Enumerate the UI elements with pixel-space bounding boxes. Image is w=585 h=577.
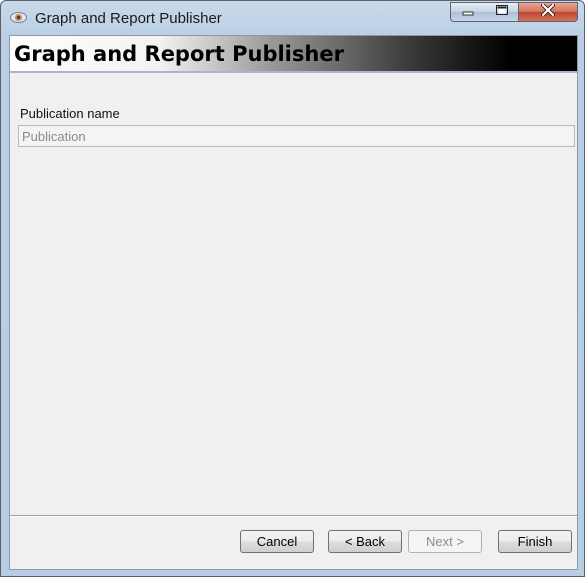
close-button[interactable] <box>518 2 578 22</box>
finish-button[interactable]: Finish <box>498 530 572 553</box>
app-eye-icon[interactable] <box>10 11 27 24</box>
cancel-button[interactable]: Cancel <box>240 530 314 553</box>
window-title: Graph and Report Publisher <box>35 10 222 27</box>
wizard-banner: Graph and Report Publisher <box>10 36 577 73</box>
close-icon <box>541 3 555 21</box>
maximize-button[interactable] <box>485 2 519 22</box>
next-button[interactable]: Next > <box>408 530 482 553</box>
banner-title: Graph and Report Publisher <box>14 42 344 66</box>
minimize-button[interactable] <box>450 2 486 22</box>
minimize-icon <box>462 3 474 21</box>
back-button[interactable]: < Back <box>328 530 402 553</box>
wizard-panel: Graph and Report Publisher Publication n… <box>9 35 578 570</box>
application-window: Graph and Report Publisher Graph and Rep… <box>0 0 585 577</box>
title-bar[interactable]: Graph and Report Publisher <box>1 1 584 35</box>
footer-separator <box>10 515 577 517</box>
publication-name-label: Publication name <box>20 106 120 121</box>
publication-name-input[interactable] <box>18 125 575 147</box>
maximize-icon <box>495 3 509 21</box>
